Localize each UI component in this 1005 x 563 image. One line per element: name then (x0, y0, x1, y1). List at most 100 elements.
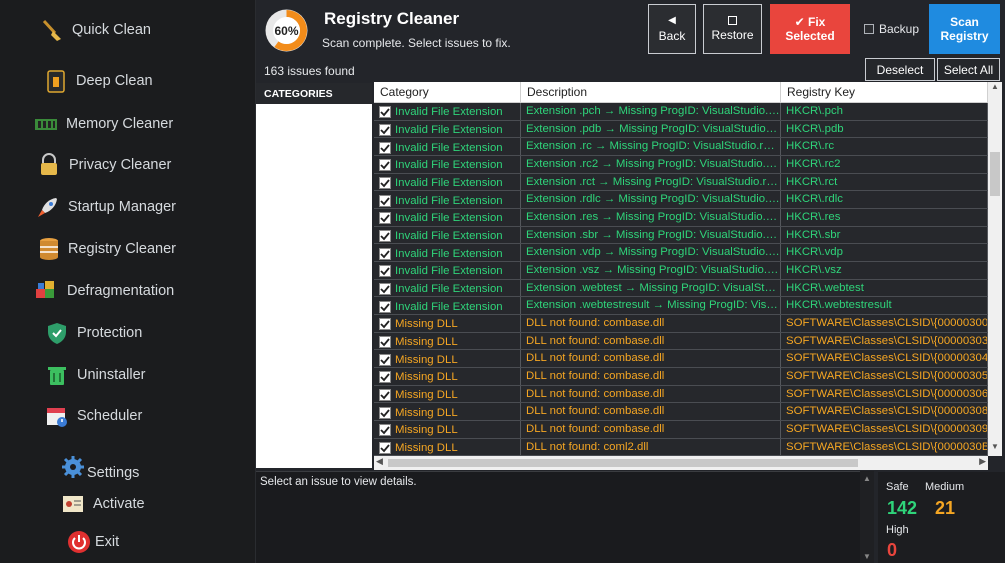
table-row[interactable]: Invalid File Extension Extension .pdb → M… (374, 120, 988, 139)
severity-stats: Safe Medium 142 21 High 0 (878, 472, 1005, 563)
issues-table[interactable]: Category Description Registry Key Invali… (374, 82, 988, 456)
cell-registry-key: SOFTWARE\Classes\CLSID\{00000304-000 (781, 350, 988, 368)
back-arrow-icon: ◀ (668, 15, 676, 26)
scroll-up-icon[interactable]: ▲ (988, 82, 1002, 96)
cell-description: DLL not found: coml2.dll (521, 438, 781, 456)
cell-registry-key: HKCR\.rc2 (781, 156, 988, 173)
row-checkbox[interactable] (379, 406, 391, 419)
row-checkbox[interactable] (379, 283, 391, 296)
table-row[interactable]: Invalid File Extension Extension .pch → M… (374, 103, 988, 121)
activate-button[interactable]: Activate (61, 492, 145, 516)
table-row[interactable]: Missing DLL DLL not found: combase.dll SOF… (374, 368, 988, 386)
sidebar-item-deep-clean[interactable]: Deep Clean (44, 69, 153, 93)
scroll-down-icon[interactable]: ▼ (988, 442, 1002, 456)
checkmark-icon (380, 144, 390, 153)
cell-category: Missing DLL (374, 438, 521, 456)
horizontal-scrollbar[interactable]: ◀ ▶ (374, 456, 988, 470)
category-text: Missing DLL (395, 336, 458, 349)
row-checkbox[interactable] (379, 265, 391, 278)
row-checkbox[interactable] (379, 230, 391, 243)
toolbar: 60% Registry Cleaner Scan complete. Sele… (256, 0, 1005, 56)
cell-description: DLL not found: combase.dll (521, 368, 781, 385)
table-row[interactable]: Invalid File Extension Extension .vdp → M… (374, 244, 988, 263)
deselect-button[interactable]: Deselect (865, 58, 935, 81)
sidebar-item-protection[interactable]: Protection (45, 321, 142, 345)
categories-panel[interactable]: CATEGORIES (256, 83, 372, 468)
table-row[interactable]: Invalid File Extension Extension .rc2 → M… (374, 156, 988, 174)
category-text: Missing DLL (395, 371, 458, 384)
row-checkbox[interactable] (379, 442, 391, 455)
restore-button[interactable]: Restore (703, 4, 762, 54)
safe-count: 142 (887, 498, 918, 518)
checkmark-icon (380, 232, 390, 241)
table-row[interactable]: Invalid File Extension Extension .rct → M… (374, 173, 988, 192)
table-row[interactable]: Missing DLL DLL not found: combase.dll SOF… (374, 315, 988, 333)
exit-label: Exit (95, 534, 120, 550)
row-checkbox[interactable] (379, 212, 391, 225)
sidebar-item-registry-cleaner[interactable]: Registry Cleaner (36, 237, 176, 261)
sidebar-item-label: Scheduler (77, 408, 143, 424)
row-checkbox[interactable] (379, 300, 391, 313)
backup-checkbox[interactable]: Backup (864, 22, 919, 36)
details-scrollbar[interactable]: ▲ ▼ (860, 471, 874, 563)
scroll-right-icon[interactable]: ▶ (979, 456, 986, 467)
scan-registry-button[interactable]: Scan Registry (929, 4, 1000, 54)
table-row[interactable]: Invalid File Extension Extension .webtest… (374, 279, 988, 298)
sidebar-item-quick-clean[interactable]: Quick Clean (40, 18, 151, 42)
table-row[interactable]: Invalid File Extension Extension .vsz → M… (374, 262, 988, 280)
table-row[interactable]: Invalid File Extension Extension .rc → Mi… (374, 138, 988, 157)
back-button[interactable]: ◀ Back (648, 4, 696, 54)
vertical-scrollbar[interactable]: ▲ ▼ (988, 82, 1002, 456)
cell-registry-key: SOFTWARE\Classes\CLSID\{00000300-000 (781, 315, 988, 332)
scroll-left-icon[interactable]: ◀ (376, 456, 383, 467)
column-header-category[interactable]: Category (374, 82, 521, 103)
row-checkbox[interactable] (379, 424, 391, 437)
table-row[interactable]: Missing DLL DLL not found: combase.dll SOF… (374, 403, 988, 422)
exit-button[interactable]: Exit (67, 530, 119, 554)
main-panel: 60% Registry Cleaner Scan complete. Sele… (256, 0, 1005, 563)
table-row[interactable]: Invalid File Extension Extension .webtest… (374, 297, 988, 316)
fix-selected-button[interactable]: ✔ Fix Selected (770, 4, 850, 54)
sidebar-item-scheduler[interactable]: Scheduler (45, 404, 142, 428)
scroll-up-icon[interactable]: ▲ (860, 474, 874, 483)
column-header-description[interactable]: Description (521, 82, 781, 103)
table-row[interactable]: Missing DLL DLL not found: combase.dll SOF… (374, 332, 988, 351)
table-row[interactable]: Missing DLL DLL not found: combase.dll SOF… (374, 350, 988, 369)
row-checkbox[interactable] (379, 141, 391, 154)
page-title: Registry Cleaner (324, 9, 460, 28)
table-row[interactable]: Missing DLL DLL not found: combase.dll SOF… (374, 385, 988, 404)
row-checkbox[interactable] (379, 371, 391, 384)
checkmark-icon (380, 197, 390, 206)
row-checkbox[interactable] (379, 194, 391, 207)
sidebar-item-startup-manager[interactable]: Startup Manager (36, 195, 176, 219)
cell-description: Extension .vsz → Missing ProgID: VisualS… (521, 262, 781, 279)
row-checkbox[interactable] (379, 106, 391, 119)
row-checkbox[interactable] (379, 336, 391, 349)
sidebar-item-uninstaller[interactable]: Uninstaller (45, 363, 146, 387)
row-checkbox[interactable] (379, 389, 391, 402)
sidebar-item-privacy-cleaner[interactable]: Privacy Cleaner (37, 153, 171, 177)
table-row[interactable]: Invalid File Extension Extension .rdlc → … (374, 191, 988, 210)
row-checkbox[interactable] (379, 353, 391, 366)
table-row[interactable]: Invalid File Extension Extension .res → M… (374, 209, 988, 227)
settings-button[interactable]: Settings (61, 453, 139, 481)
table-row[interactable]: Missing DLL DLL not found: coml2.dll SOFTW… (374, 438, 988, 456)
scroll-thumb[interactable] (990, 152, 1000, 196)
gauge-text: 60% (274, 24, 298, 38)
row-checkbox[interactable] (379, 124, 391, 136)
select-all-button[interactable]: Select All (937, 58, 1000, 81)
column-header-registry-key[interactable]: Registry Key (781, 82, 988, 103)
cell-registry-key: SOFTWARE\Classes\CLSID\{00000303-000 (781, 332, 988, 350)
sidebar-item-memory-cleaner[interactable]: Memory Cleaner (34, 112, 173, 136)
row-checkbox[interactable] (379, 159, 391, 172)
cell-description: DLL not found: combase.dll (521, 332, 781, 350)
row-checkbox[interactable] (379, 177, 391, 190)
checkmark-icon (380, 409, 390, 418)
row-checkbox[interactable] (379, 247, 391, 260)
table-row[interactable]: Missing DLL DLL not found: combase.dll SOF… (374, 421, 988, 439)
scroll-down-icon[interactable]: ▼ (860, 552, 874, 561)
sidebar-item-defragmentation[interactable]: Defragmentation (35, 279, 174, 303)
row-checkbox[interactable] (379, 318, 391, 331)
table-row[interactable]: Invalid File Extension Extension .sbr → M… (374, 226, 988, 245)
scroll-thumb[interactable] (388, 459, 858, 467)
